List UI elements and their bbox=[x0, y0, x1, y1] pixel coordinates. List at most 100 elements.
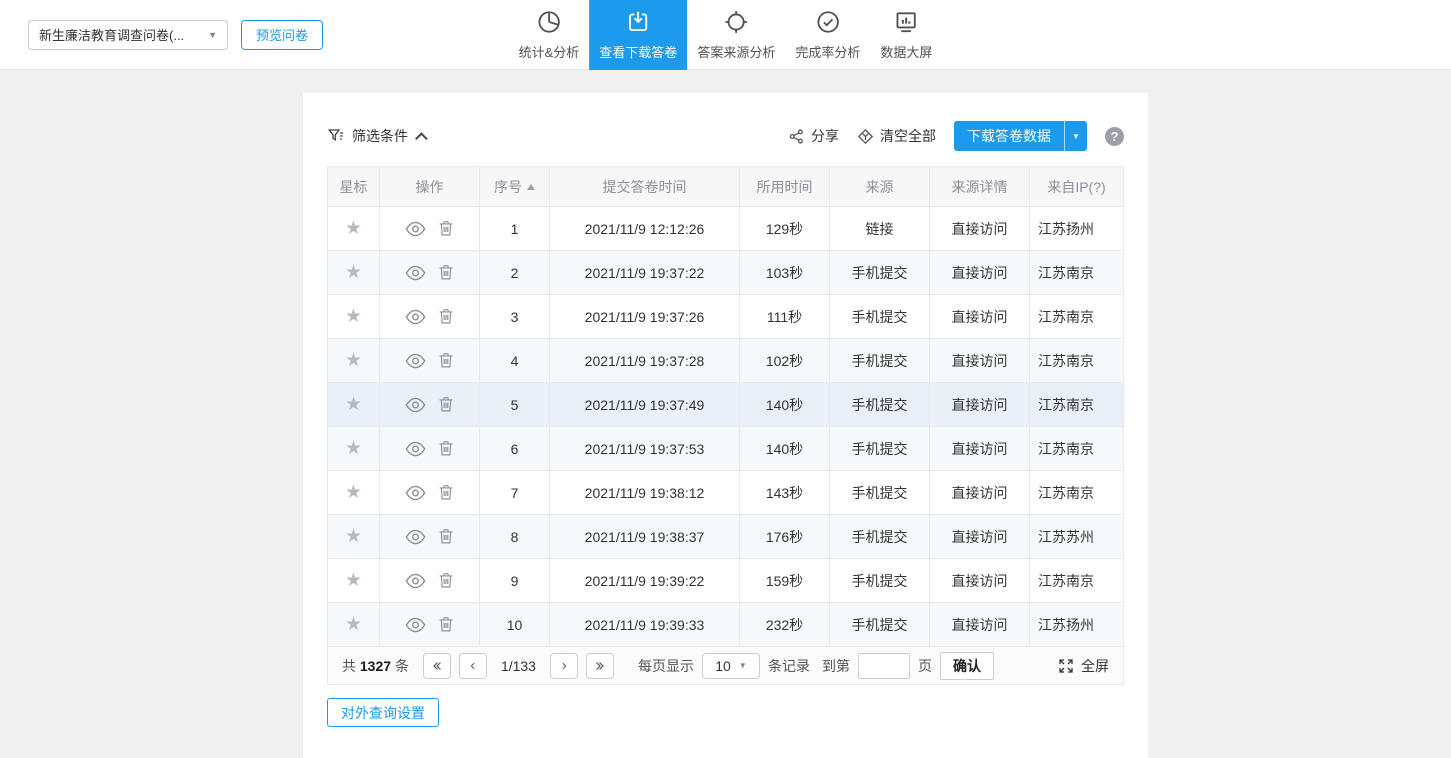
tab-view-download-answers[interactable]: 查看下载答卷 bbox=[589, 0, 687, 70]
delete-icon[interactable] bbox=[438, 484, 454, 501]
cell-source-detail: 直接访问 bbox=[930, 427, 1030, 471]
cell-ip: 江苏南京 bbox=[1030, 339, 1124, 383]
help-icon[interactable]: ? bbox=[1105, 127, 1124, 146]
filter-conditions-toggle[interactable]: 筛选条件 bbox=[327, 126, 428, 146]
survey-select-value: 新生廉洁教育调查问卷(... bbox=[39, 25, 184, 44]
cell-duration: 111秒 bbox=[740, 295, 830, 339]
cell-index: 1 bbox=[480, 207, 550, 251]
per-page-select[interactable]: 10 ▼ bbox=[702, 653, 760, 679]
cell-ip: 江苏扬州 bbox=[1030, 603, 1124, 647]
cell-source: 手机提交 bbox=[830, 339, 930, 383]
view-answer-icon[interactable] bbox=[405, 221, 426, 237]
delete-icon[interactable] bbox=[438, 220, 454, 237]
cell-source: 手机提交 bbox=[830, 603, 930, 647]
table-header-row: 星标 操作 序号 提交答卷时间 所用时间 来源 来源详情 来自IP(?) bbox=[328, 167, 1124, 207]
view-answer-icon[interactable] bbox=[405, 441, 426, 457]
star-icon[interactable]: ★ bbox=[345, 306, 362, 327]
cell-source: 手机提交 bbox=[830, 471, 930, 515]
view-answer-icon[interactable] bbox=[405, 617, 426, 633]
star-icon[interactable]: ★ bbox=[345, 526, 362, 547]
check-circle-icon bbox=[815, 9, 841, 35]
fullscreen-button[interactable]: 全屏 bbox=[1058, 656, 1109, 676]
star-icon[interactable]: ★ bbox=[345, 262, 362, 283]
download-answers-button[interactable]: 下载答卷数据 bbox=[954, 121, 1064, 151]
tab-label: 数据大屏 bbox=[880, 42, 932, 61]
view-answer-icon[interactable] bbox=[405, 353, 426, 369]
cell-source-detail: 直接访问 bbox=[930, 603, 1030, 647]
cell-ip: 江苏南京 bbox=[1030, 251, 1124, 295]
pagination-bar: 共 1327 条 1/133 每页显示 10 ▼ 条记录 到第 页 确认 bbox=[327, 647, 1124, 685]
goto-label: 到第 bbox=[822, 656, 850, 676]
filter-label: 筛选条件 bbox=[352, 126, 408, 146]
last-page-button[interactable] bbox=[586, 653, 614, 679]
star-icon[interactable]: ★ bbox=[345, 482, 362, 503]
view-answer-icon[interactable] bbox=[405, 265, 426, 281]
external-query-settings-button[interactable]: 对外查询设置 bbox=[327, 698, 439, 727]
delete-icon[interactable] bbox=[438, 616, 454, 633]
view-answer-icon[interactable] bbox=[405, 397, 426, 413]
delete-icon[interactable] bbox=[438, 572, 454, 589]
cell-duration: 103秒 bbox=[740, 251, 830, 295]
delete-icon[interactable] bbox=[438, 396, 454, 413]
cell-duration: 176秒 bbox=[740, 515, 830, 559]
cell-submit-time: 2021/11/9 12:12:26 bbox=[550, 207, 740, 251]
cell-ip: 江苏苏州 bbox=[1030, 515, 1124, 559]
goto-page-input[interactable] bbox=[858, 653, 910, 679]
tab-label: 查看下载答卷 bbox=[599, 42, 677, 61]
table-row: ★ 3 2021/11/9 19:37:26 111秒 手机提交 直接访问 江苏… bbox=[328, 295, 1124, 339]
cell-ip: 江苏扬州 bbox=[1030, 207, 1124, 251]
cell-source: 手机提交 bbox=[830, 251, 930, 295]
tab-label: 答案来源分析 bbox=[697, 42, 775, 61]
share-icon bbox=[788, 128, 805, 145]
preview-survey-button[interactable]: 预览问卷 bbox=[241, 20, 323, 50]
delete-icon[interactable] bbox=[438, 528, 454, 545]
delete-icon[interactable] bbox=[438, 264, 454, 281]
star-icon[interactable]: ★ bbox=[345, 438, 362, 459]
first-page-button[interactable] bbox=[423, 653, 451, 679]
star-icon[interactable]: ★ bbox=[345, 614, 362, 635]
tab-data-dashboard[interactable]: 数据大屏 bbox=[870, 0, 942, 70]
topbar: 新生廉洁教育调查问卷(... ▼ 预览问卷 统计&分析 查看下载答卷 bbox=[0, 0, 1451, 70]
cell-index: 8 bbox=[480, 515, 550, 559]
clear-all-button[interactable]: 清空全部 bbox=[857, 126, 936, 146]
tab-label: 完成率分析 bbox=[795, 42, 860, 61]
table-row: ★ 6 2021/11/9 19:37:53 140秒 手机提交 直接访问 江苏… bbox=[328, 427, 1124, 471]
header-index-sort[interactable]: 序号 bbox=[480, 167, 550, 207]
cell-duration: 140秒 bbox=[740, 383, 830, 427]
survey-select[interactable]: 新生廉洁教育调查问卷(... ▼ bbox=[28, 20, 228, 50]
header-index-label: 序号 bbox=[494, 177, 522, 197]
star-icon[interactable]: ★ bbox=[345, 394, 362, 415]
tab-stats-analysis[interactable]: 统计&分析 bbox=[509, 0, 590, 70]
delete-icon[interactable] bbox=[438, 308, 454, 325]
cell-source: 手机提交 bbox=[830, 559, 930, 603]
page-indicator: 1/133 bbox=[495, 658, 542, 674]
tab-answer-source-analysis[interactable]: 答案来源分析 bbox=[687, 0, 785, 70]
cell-source: 手机提交 bbox=[830, 295, 930, 339]
cell-source-detail: 直接访问 bbox=[930, 515, 1030, 559]
view-answer-icon[interactable] bbox=[405, 573, 426, 589]
cell-source-detail: 直接访问 bbox=[930, 471, 1030, 515]
cell-ip: 江苏南京 bbox=[1030, 383, 1124, 427]
confirm-button[interactable]: 确认 bbox=[940, 652, 994, 680]
delete-icon[interactable] bbox=[438, 352, 454, 369]
tab-label: 统计&分析 bbox=[519, 42, 580, 61]
tab-completion-rate-analysis[interactable]: 完成率分析 bbox=[785, 0, 870, 70]
star-icon[interactable]: ★ bbox=[345, 350, 362, 371]
share-button[interactable]: 分享 bbox=[788, 126, 839, 146]
download-options-caret[interactable]: ▼ bbox=[1064, 121, 1087, 151]
cell-index: 7 bbox=[480, 471, 550, 515]
next-page-button[interactable] bbox=[550, 653, 578, 679]
star-icon[interactable]: ★ bbox=[345, 570, 362, 591]
view-answer-icon[interactable] bbox=[405, 485, 426, 501]
star-icon[interactable]: ★ bbox=[345, 218, 362, 239]
table-row: ★ 8 2021/11/9 19:38:37 176秒 手机提交 直接访问 江苏… bbox=[328, 515, 1124, 559]
cell-index: 5 bbox=[480, 383, 550, 427]
view-answer-icon[interactable] bbox=[405, 529, 426, 545]
cell-submit-time: 2021/11/9 19:37:53 bbox=[550, 427, 740, 471]
cell-index: 4 bbox=[480, 339, 550, 383]
fullscreen-icon bbox=[1058, 658, 1074, 674]
prev-page-button[interactable] bbox=[459, 653, 487, 679]
delete-icon[interactable] bbox=[438, 440, 454, 457]
header-submit-time: 提交答卷时间 bbox=[550, 167, 740, 207]
view-answer-icon[interactable] bbox=[405, 309, 426, 325]
